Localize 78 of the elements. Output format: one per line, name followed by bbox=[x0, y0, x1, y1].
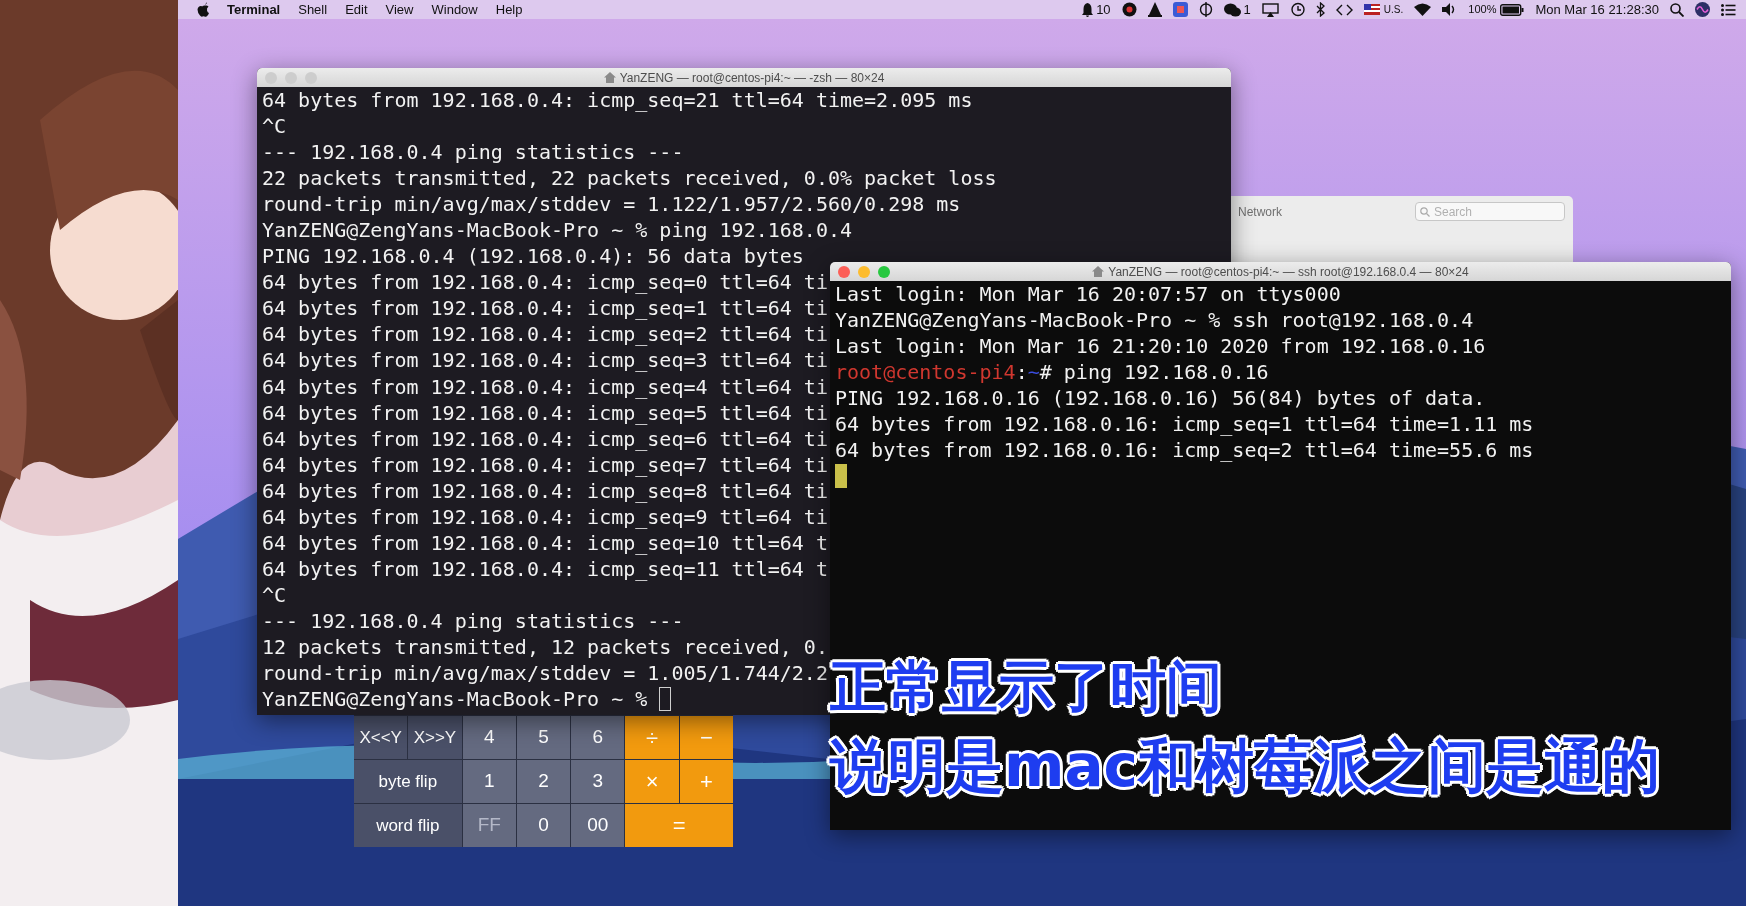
subtitle: 正常显示了时间 bbox=[830, 653, 1222, 721]
terminal-line: 64 bytes from 192.168.0.4: icmp_seq=8 ttl=64 ti bbox=[262, 477, 828, 504]
terminal-line: 12 packets transmitted, 12 packets received, 0. bbox=[262, 634, 828, 661]
menu-item[interactable]: Help bbox=[495, 0, 523, 20]
terminal-line: YanZENG@ZengYans-MacBook-Pro ~ % ssh root@192.168.0.4 bbox=[835, 307, 1474, 334]
code-icon[interactable] bbox=[1335, 3, 1353, 16]
display-icon[interactable] bbox=[1261, 2, 1279, 17]
terminal-line: 64 bytes from 192.168.0.4: icmp_seq=7 ttl=64 ti bbox=[262, 451, 828, 478]
calculator-key[interactable]: 2 bbox=[516, 760, 571, 803]
calculator-key[interactable]: 1 bbox=[462, 760, 516, 803]
terminal-line: 64 bytes from 192.168.0.16: icmp_seq=1 ttl=64 time=1.11 ms bbox=[835, 411, 1534, 438]
app-status-icon[interactable] bbox=[1121, 2, 1137, 17]
chat-count: 1 bbox=[1243, 0, 1251, 19]
apple-icon[interactable] bbox=[196, 2, 209, 17]
calculator-key[interactable]: 4 bbox=[462, 716, 516, 759]
calculator-key[interactable]: byte flip bbox=[354, 760, 462, 803]
terminal-line: round-trip min/avg/max/stddev = 1.122/1.957/2.560/0.298 ms bbox=[262, 191, 961, 218]
calculator-key[interactable]: X<<Y bbox=[354, 716, 408, 759]
app-name-menu[interactable]: Terminal bbox=[227, 0, 281, 20]
terminal-line: YanZENG@ZengYans-MacBook-Pro ~ % bbox=[262, 686, 648, 713]
menu-clock[interactable]: Mon Mar 16 21:28:30 bbox=[1535, 0, 1659, 20]
window-title: Network bbox=[1238, 203, 1282, 221]
flag-icon bbox=[1363, 4, 1380, 15]
chat-icon[interactable] bbox=[1223, 2, 1241, 17]
battery-icon[interactable] bbox=[1500, 3, 1525, 16]
siri-icon[interactable] bbox=[1695, 2, 1710, 17]
terminal-line: --- 192.168.0.4 ping statistics --- bbox=[262, 607, 684, 634]
terminal-line: 64 bytes from 192.168.0.4: icmp_seq=4 ttl=64 ti bbox=[262, 373, 828, 400]
terminal-line: 64 bytes from 192.168.0.4: icmp_seq=11 ttl=64 t bbox=[262, 555, 828, 582]
terminal-line: 22 packets transmitted, 22 packets received, 0.0% packet loss bbox=[262, 165, 997, 192]
terminal-line: 64 bytes from 192.168.0.4: icmp_seq=2 ttl=64 ti bbox=[262, 321, 828, 348]
calculator-key[interactable]: 0 bbox=[516, 804, 571, 847]
terminal-line: round-trip min/avg/max/stddev = 1.005/1.744/2.2 bbox=[262, 660, 828, 687]
menu-item[interactable]: View bbox=[385, 0, 414, 20]
terminal-line: 64 bytes from 192.168.0.4: icmp_seq=21 ttl=64 time=2.095 ms bbox=[262, 87, 973, 114]
calculator-key[interactable]: 00 bbox=[571, 804, 625, 847]
menu-item[interactable]: Shell bbox=[298, 0, 328, 20]
list-icon[interactable] bbox=[1721, 3, 1736, 16]
terminal-line: YanZENG@ZengYans-MacBook-Pro ~ % ping 192.168.0.4 bbox=[262, 217, 852, 244]
terminal-line: 64 bytes from 192.168.0.4: icmp_seq=0 ttl=64 ti bbox=[262, 269, 828, 296]
terminal-line: Last login: Mon Mar 16 20:07:57 on ttys000 bbox=[835, 281, 1341, 308]
bell-icon[interactable] bbox=[1082, 2, 1094, 17]
window-title: YanZENG — root@centos-pi4:~ — -zsh — 80×24 bbox=[619, 69, 885, 87]
home-icon bbox=[603, 72, 616, 83]
terminal-line: 64 bytes from 192.168.0.4: icmp_seq=10 ttl=64 t bbox=[262, 529, 828, 556]
history-icon[interactable] bbox=[1289, 2, 1305, 17]
terminal-line: 64 bytes from 192.168.0.4: icmp_seq=1 ttl=64 ti bbox=[262, 295, 828, 322]
terminal-line: 64 bytes from 192.168.0.4: icmp_seq=3 ttl=64 ti bbox=[262, 347, 828, 374]
terminal-line: 64 bytes from 192.168.0.4: icmp_seq=6 ttl=64 ti bbox=[262, 425, 828, 452]
bluetooth-icon[interactable] bbox=[1315, 2, 1325, 17]
notification-count: 10 bbox=[1096, 0, 1111, 19]
calculator-key[interactable]: X>>Y bbox=[408, 716, 462, 759]
terminal-line: ^C bbox=[262, 581, 287, 608]
calculator-key[interactable]: 5 bbox=[516, 716, 571, 759]
cone-icon[interactable] bbox=[1147, 2, 1162, 17]
terminal-line: root@centos-pi4:~# ping 192.168.0.16 bbox=[835, 359, 1269, 386]
terminal-line: 64 bytes from 192.168.0.16: icmp_seq=2 ttl=64 time=55.6 ms bbox=[835, 437, 1534, 464]
terminal-line: 64 bytes from 192.168.0.4: icmp_seq=9 ttl=64 ti bbox=[262, 503, 828, 530]
input-source[interactable]: U.S. bbox=[1383, 2, 1404, 17]
battery-percent: 100% bbox=[1468, 2, 1497, 18]
subtitle: 说明是mac和树莓派之间是通的 bbox=[830, 731, 1660, 802]
home-icon bbox=[1092, 266, 1105, 277]
menu-item[interactable]: Edit bbox=[345, 0, 368, 20]
search-icon bbox=[1420, 206, 1430, 217]
wifi-icon[interactable] bbox=[1414, 3, 1432, 16]
window-title: YanZENG — root@centos-pi4:~ — ssh root@192.168.0.4 — 80×24 bbox=[1108, 263, 1469, 281]
terminal-line: --- 192.168.0.4 ping statistics --- bbox=[262, 139, 684, 166]
terminal-line: Last login: Mon Mar 16 21:20:10 2020 from 192.168.0.16 bbox=[835, 333, 1486, 360]
search-icon[interactable] bbox=[1670, 2, 1684, 17]
calculator-key[interactable]: word flip bbox=[354, 804, 462, 847]
phi-icon[interactable] bbox=[1198, 2, 1213, 17]
calculator-key[interactable]: 6 bbox=[571, 716, 625, 759]
terminal-line: PING 192.168.0.16 (192.168.0.16) 56(84) bytes of data. bbox=[835, 385, 1486, 412]
menu-item[interactable]: Window bbox=[431, 0, 478, 20]
calculator-key[interactable]: 3 bbox=[571, 760, 625, 803]
terminal-line: PING 192.168.0.4 (192.168.0.4): 56 data bytes bbox=[262, 243, 804, 270]
terminal-line: 64 bytes from 192.168.0.4: icmp_seq=5 ttl=64 ti bbox=[262, 399, 828, 426]
terminal-line: ^C bbox=[262, 113, 287, 140]
